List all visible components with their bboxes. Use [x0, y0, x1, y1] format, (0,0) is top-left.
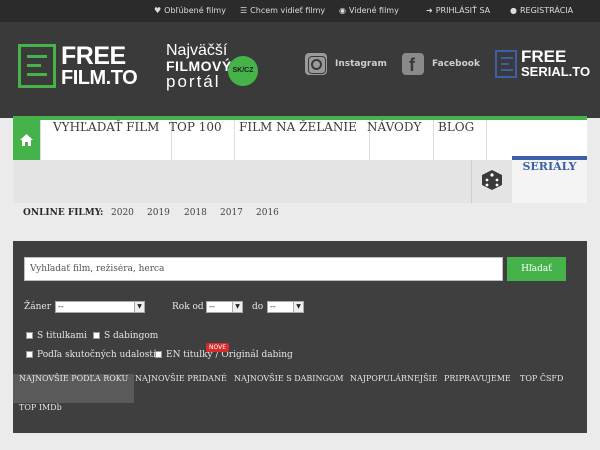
tab-top-csfd[interactable]: TOP ČSFD [514, 374, 569, 403]
home-button[interactable] [13, 120, 40, 160]
main-nav: VYHĽADAŤ FILM TOP 100 FILM NA ŽELANIE NÁ… [13, 116, 587, 160]
login-link[interactable]: ➜ PRIHLÁSIŤ SA [426, 6, 490, 15]
year-link-2020[interactable]: 2020 [111, 208, 134, 218]
chevron-down-icon: ▼ [134, 302, 144, 312]
nav-secondary: SERIÁLY [13, 156, 587, 203]
random-button[interactable] [471, 160, 511, 203]
year-filter-bar: ONLINE FILMY: 2020 2019 2018 2017 2016 [13, 203, 587, 227]
freeserial-logo[interactable]: FREE SERIAL.TO [495, 47, 590, 80]
chevron-down-icon: ▼ [293, 302, 303, 312]
want-to-see-link[interactable]: ☰ Chcem vidieť filmy [240, 6, 325, 15]
search-button[interactable]: Hľadať [507, 257, 566, 281]
facebook-icon: f [402, 53, 424, 75]
dubbing-checkbox[interactable]: S dabingom [93, 331, 158, 341]
sign-in-icon: ➜ [426, 6, 433, 15]
tab-upcoming[interactable]: PRIPRAVUJEME [438, 374, 517, 403]
freefilm-logo[interactable]: FREE FILM.TO [18, 42, 143, 90]
nav-item-top100[interactable]: TOP 100 [157, 120, 235, 160]
year-from-label: Rok od [172, 302, 204, 312]
heart-icon: ♥ [154, 6, 162, 15]
logo-mark-icon [18, 44, 56, 88]
nav-item-blog[interactable]: BLOG [426, 120, 488, 160]
seen-link[interactable]: ◉ Videné filmy [339, 6, 399, 15]
new-badge: NOVE [206, 343, 230, 352]
nav-item-search[interactable]: VYHĽADAŤ FILM [40, 120, 173, 160]
search-input[interactable] [24, 257, 503, 281]
year-link-2017[interactable]: 2017 [220, 208, 243, 218]
home-icon [20, 134, 33, 146]
year-to-label: do [252, 302, 264, 312]
year-link-2016[interactable]: 2016 [256, 208, 279, 218]
chevron-down-icon: ▼ [232, 302, 242, 312]
search-panel: Hľadať Žáner -- ▼ Rok od -- ▼ do -- ▼ S … [13, 241, 587, 433]
year-to-select[interactable]: -- ▼ [267, 301, 304, 313]
user-icon: ● [510, 6, 517, 15]
genre-select[interactable]: -- ▼ [55, 301, 145, 313]
tab-top-imdb[interactable]: TOP IMDb [13, 403, 68, 432]
dice-icon [482, 170, 502, 190]
nav-item-serialy[interactable]: SERIÁLY [512, 156, 587, 203]
header: FREE FILM.TO Najväčší FILMOVÝ portál SK/… [0, 22, 600, 118]
tab-newest-by-year[interactable]: NAJNOVŠIE PODĽA ROKU [13, 374, 135, 403]
tab-most-popular[interactable]: NAJPOPULÁRNEJŠIE [344, 374, 444, 403]
nav-item-request[interactable]: FILM NA ŽELANIE [227, 120, 370, 160]
tab-newest-added[interactable]: NAJNOVŠIE PRIDANÉ [129, 374, 233, 403]
eye-icon: ◉ [339, 6, 346, 15]
tab-newest-dubbed[interactable]: NAJNOVŠIE S DABINGOM [228, 374, 350, 403]
sort-tabs: NAJNOVŠIE PODĽA ROKU NAJNOVŠIE PRIDANÉ N… [13, 374, 587, 433]
register-link[interactable]: ● REGISTRÁCIA [510, 6, 573, 15]
year-link-2019[interactable]: 2019 [147, 208, 170, 218]
serial-logo-mark-icon [495, 50, 517, 78]
favorites-link[interactable]: ♥ Obľúbené filmy [154, 6, 226, 15]
true-story-checkbox[interactable]: Podľa skutočných udalostí [26, 350, 156, 360]
instagram-icon [305, 53, 327, 75]
subtitles-checkbox[interactable]: S titulkami [26, 331, 87, 341]
nav-item-guides[interactable]: NÁVODY [355, 120, 435, 160]
top-bar: ♥ Obľúbené filmy ☰ Chcem vidieť filmy ◉ Vid… [0, 0, 600, 22]
year-from-select[interactable]: -- ▼ [206, 301, 243, 313]
genre-label: Žáner [24, 302, 52, 312]
online-films-label: ONLINE FILMY: [23, 208, 104, 218]
year-link-2018[interactable]: 2018 [184, 208, 207, 218]
tagline: Najväčší FILMOVÝ portál SK/CZ [166, 42, 266, 102]
sk-cz-badge: SK/CZ [228, 56, 258, 86]
list-icon: ☰ [240, 6, 248, 15]
